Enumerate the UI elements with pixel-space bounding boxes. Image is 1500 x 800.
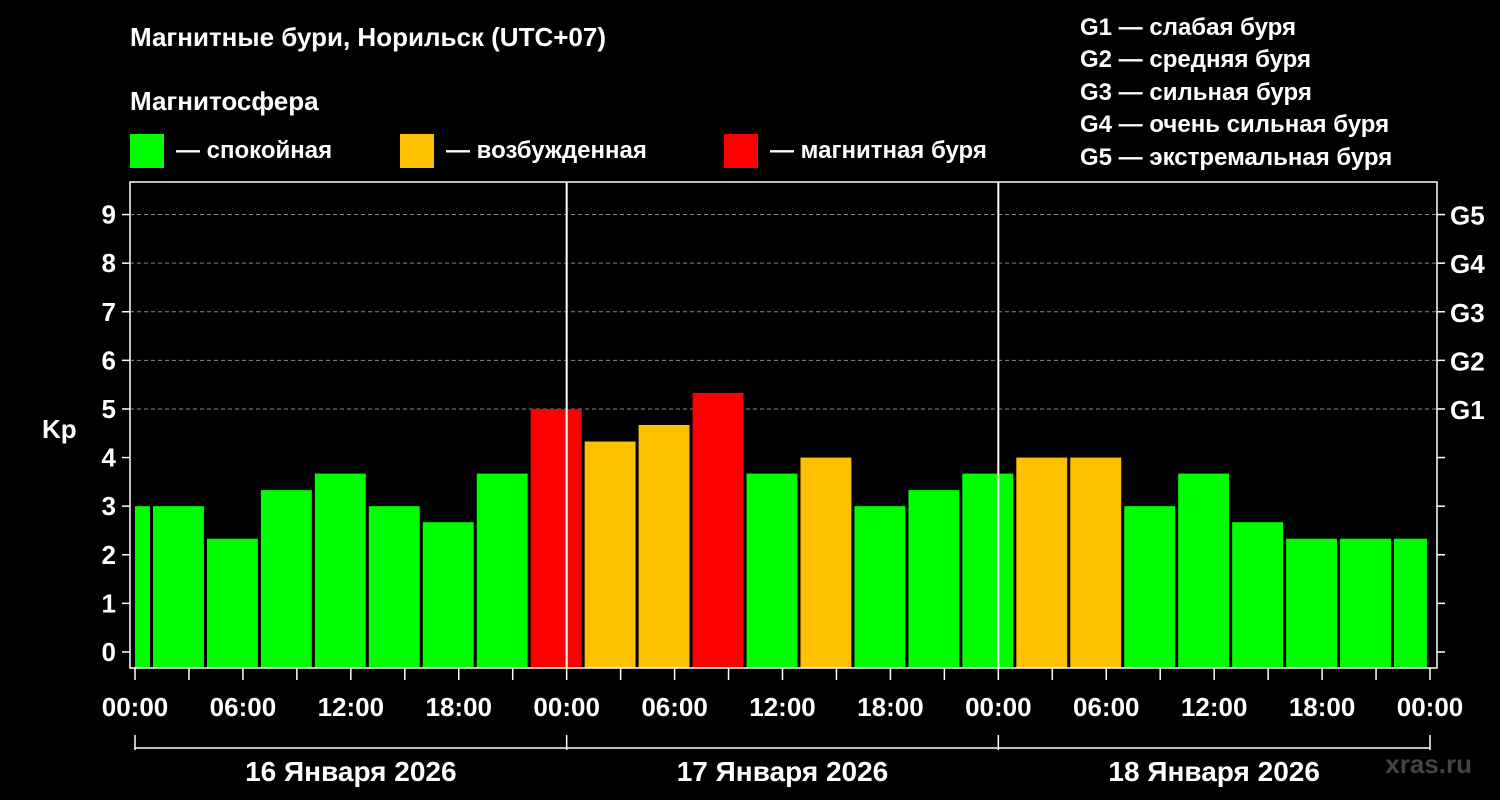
g-level-label: G3 (1450, 298, 1485, 328)
kp-bar (1340, 538, 1391, 668)
kp-bar (368, 506, 420, 668)
y-tick-label: 9 (102, 200, 116, 230)
kp-bar (1178, 473, 1230, 668)
kp-bar (260, 490, 312, 668)
kp-bar (135, 506, 150, 668)
x-tick-label: 18:00 (426, 692, 493, 722)
kp-bar (800, 457, 852, 668)
kp-bar (476, 473, 528, 668)
y-tick-label: 5 (102, 394, 116, 424)
kp-bar (962, 473, 1014, 668)
g-level-label: G2 (1450, 346, 1485, 376)
kp-bar (584, 441, 636, 668)
x-tick-label: 06:00 (1073, 692, 1140, 722)
x-tick-label: 00:00 (102, 692, 169, 722)
y-tick-label: 2 (102, 540, 116, 570)
day-label: 16 Января 2026 (245, 756, 457, 787)
kp-bar (1286, 538, 1338, 668)
kp-bar (1394, 538, 1427, 668)
kp-bar (692, 392, 744, 668)
kp-bar (206, 538, 258, 668)
kp-bar-chart: 0 1 2 3 4 5 6 7 8 9 G1 G2 G3 G4 G5 Kp 00:00 06:00 12:00 18:… (42, 181, 1485, 787)
kp-bar (908, 490, 960, 668)
g-level-label: G4 (1450, 249, 1485, 279)
x-tick-label: 00:00 (965, 692, 1032, 722)
day-label: 17 Января 2026 (677, 756, 889, 787)
g-level-label: G1 (1450, 395, 1485, 425)
kp-bar (1124, 506, 1176, 668)
y-tick-label: 3 (102, 491, 116, 521)
x-tick-label: 06:00 (641, 692, 708, 722)
y-axis-label: Kp (42, 414, 77, 444)
kp-bar (1232, 522, 1284, 668)
kp-bar (530, 408, 582, 668)
kp-bar (422, 522, 474, 668)
kp-bar (854, 506, 906, 668)
y-tick-label: 8 (102, 248, 116, 278)
kp-bar (1070, 457, 1122, 668)
x-tick-label: 18:00 (1289, 692, 1356, 722)
y-tick-label: 7 (102, 297, 116, 327)
kp-bar (746, 473, 798, 668)
g-level-label: G5 (1450, 201, 1485, 231)
x-tick-label: 18:00 (857, 692, 924, 722)
x-tick-label: 06:00 (210, 692, 277, 722)
kp-bar (314, 473, 366, 668)
y-tick-label: 4 (102, 443, 117, 473)
watermark: xras.ru (1385, 749, 1472, 779)
y-tick-label: 0 (102, 637, 116, 667)
y-tick-label: 6 (102, 345, 116, 375)
day-label: 18 Января 2026 (1108, 756, 1320, 787)
kp-bar (152, 506, 204, 668)
x-tick-label: 12:00 (1181, 692, 1248, 722)
x-tick-label: 00:00 (533, 692, 600, 722)
kp-bar (1016, 457, 1068, 668)
y-tick-label: 1 (102, 588, 116, 618)
x-tick-label: 00:00 (1397, 692, 1464, 722)
kp-bar (638, 425, 690, 668)
x-tick-label: 12:00 (318, 692, 385, 722)
x-tick-label: 12:00 (749, 692, 816, 722)
